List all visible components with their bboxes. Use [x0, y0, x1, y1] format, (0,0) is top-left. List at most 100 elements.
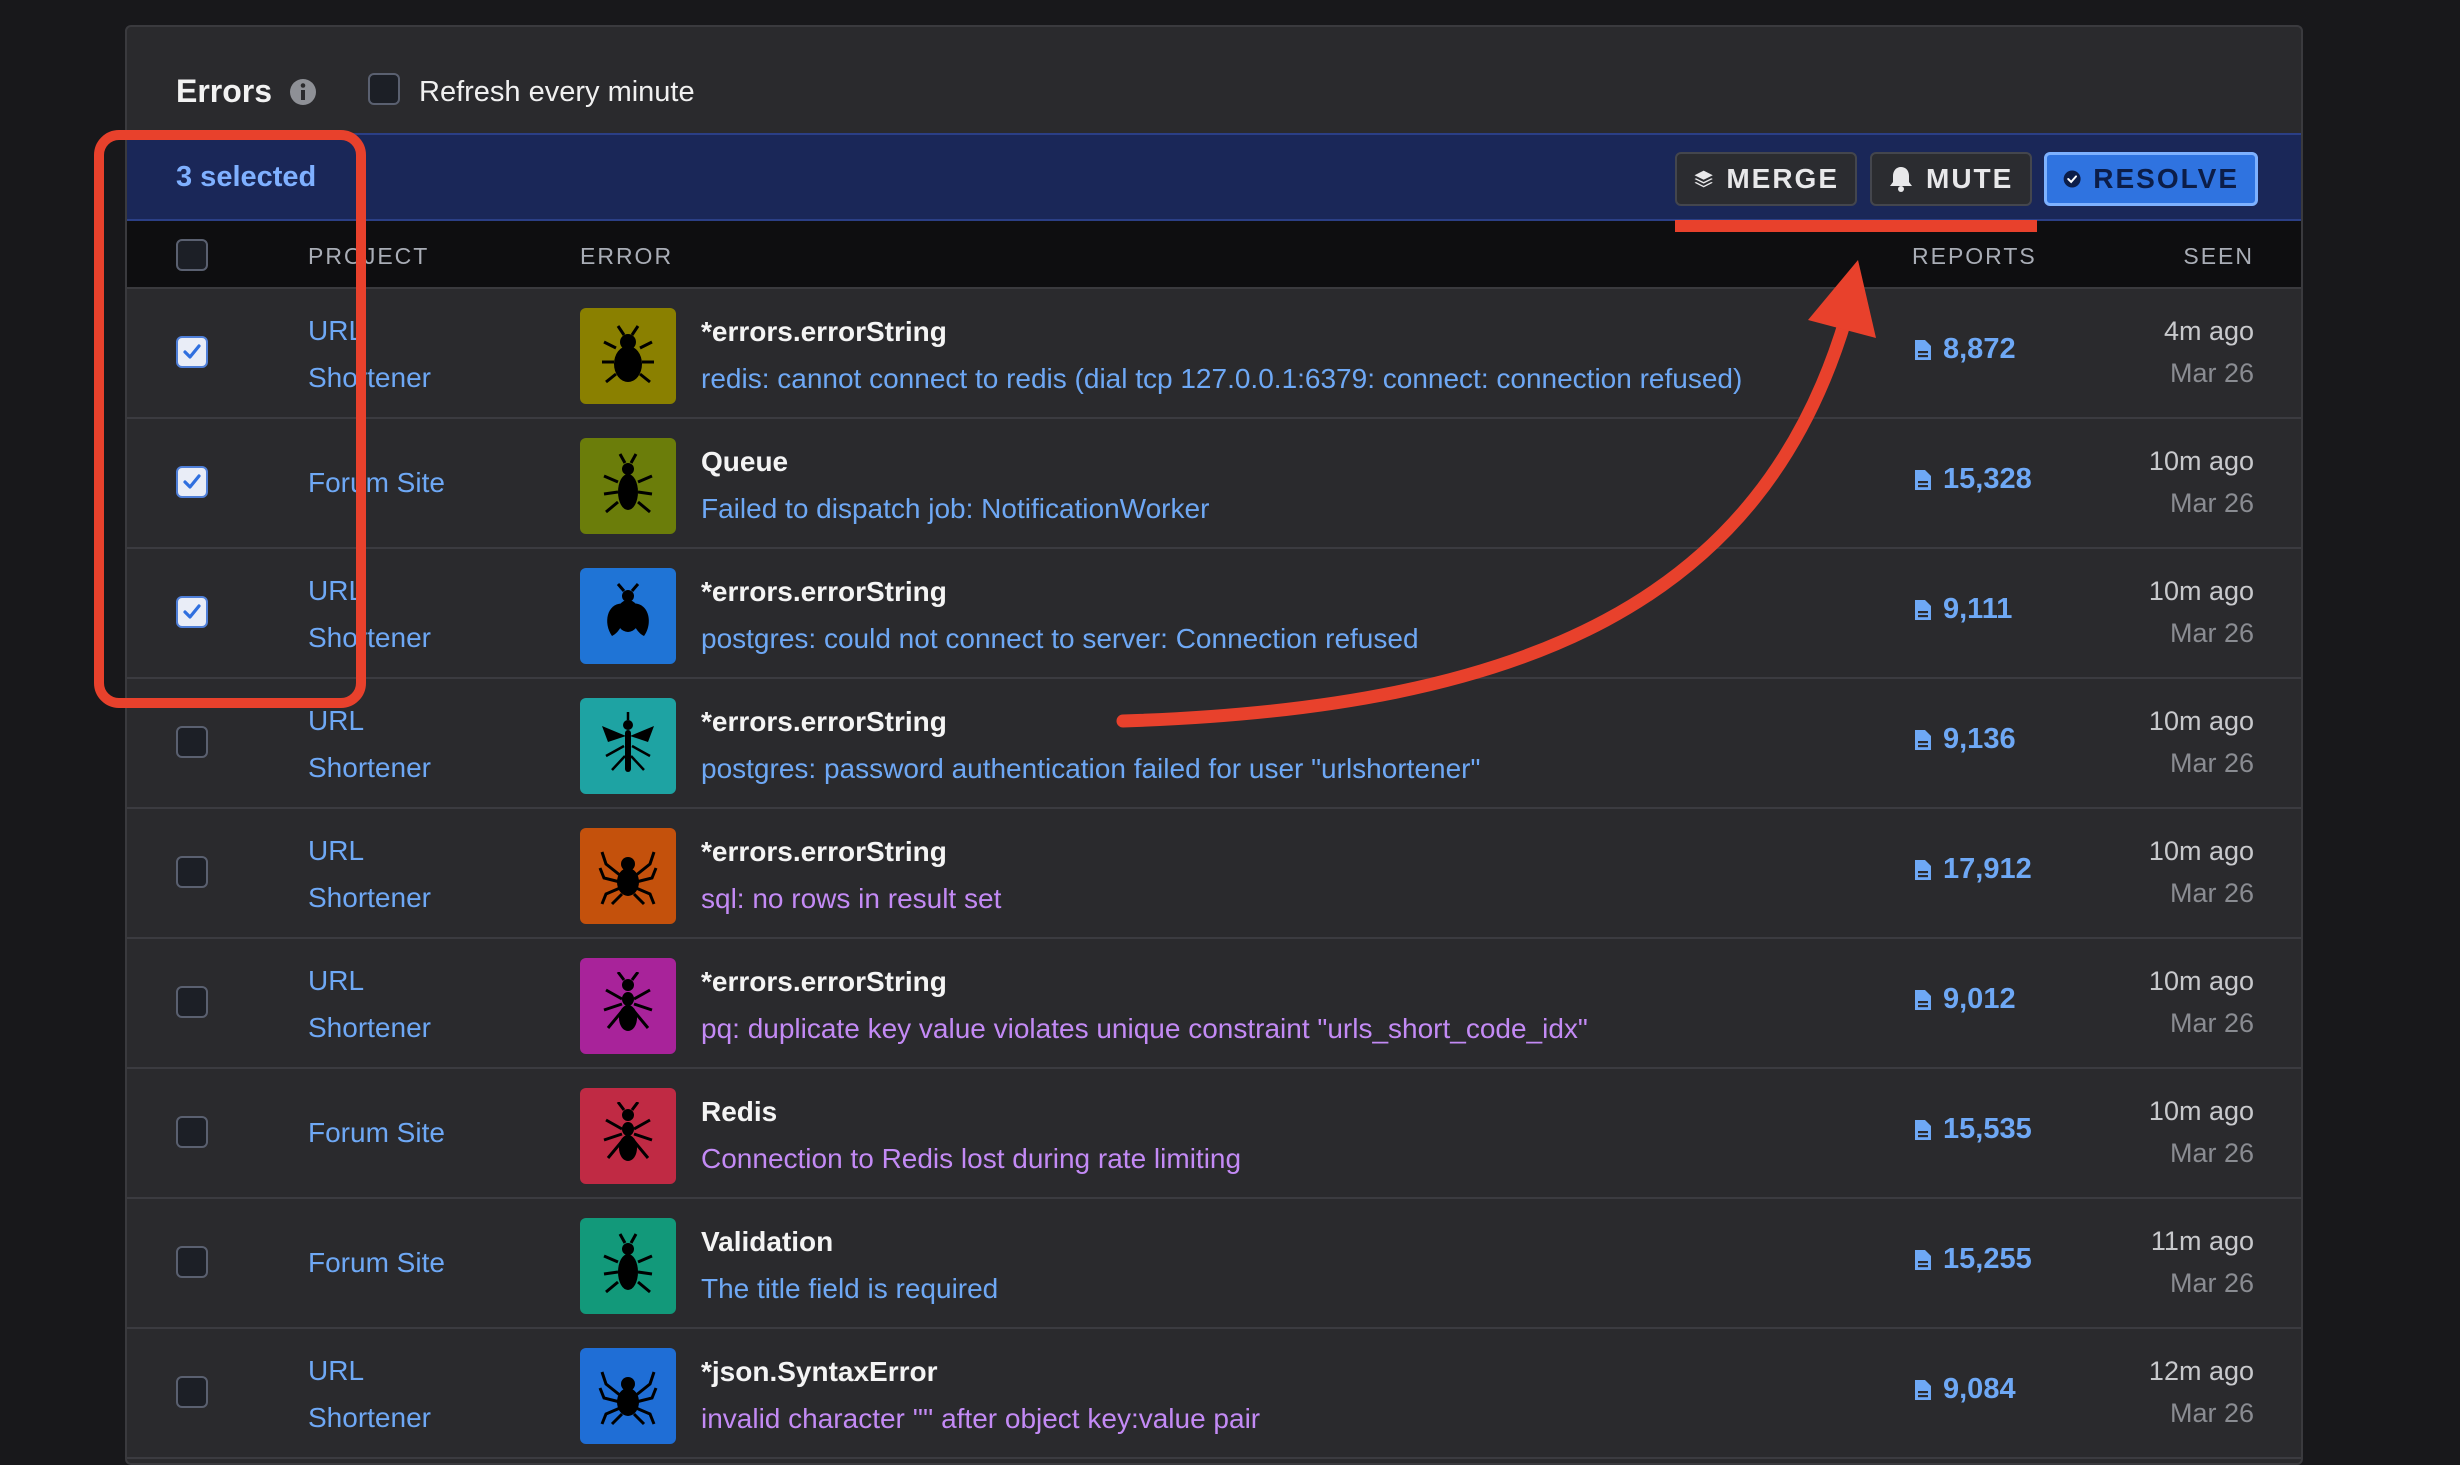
- project-line-1: URL: [308, 575, 365, 606]
- reports-count[interactable]: 17,912: [1913, 853, 2032, 886]
- refresh-checkbox[interactable]: [368, 73, 400, 105]
- error-type[interactable]: *errors.errorString: [701, 576, 947, 608]
- error-type[interactable]: *errors.errorString: [701, 316, 947, 348]
- resolve-button[interactable]: RESOLVE: [2044, 152, 2258, 206]
- error-message[interactable]: sql: no rows in result set: [701, 883, 1001, 915]
- reports-count[interactable]: 15,535: [1913, 1113, 2032, 1146]
- report-icon: [1915, 1379, 1931, 1400]
- column-seen[interactable]: SEEN: [2183, 243, 2254, 270]
- row-checkbox[interactable]: [176, 336, 208, 368]
- spider-icon: [598, 851, 658, 906]
- row-checkbox[interactable]: [176, 1376, 208, 1408]
- reports-count[interactable]: 15,328: [1913, 463, 2032, 496]
- error-type[interactable]: Queue: [701, 446, 788, 478]
- row-checkbox[interactable]: [176, 466, 208, 498]
- project-link[interactable]: URL Shortener: [308, 827, 431, 921]
- table-row[interactable]: URL Shortener *errors.errorString pq: dupli…: [127, 939, 2301, 1069]
- project-line-1: URL: [308, 835, 365, 866]
- table-row[interactable]: URL Shortener *errors.errorString postgres:…: [127, 549, 2301, 679]
- seen-relative: 10m ago: [2148, 576, 2254, 606]
- select-all-checkbox[interactable]: [176, 239, 208, 271]
- reports-count[interactable]: 9,111: [1913, 593, 2012, 626]
- table-row[interactable]: Forum Site Redis Connection to Redis lost …: [127, 1069, 2301, 1199]
- table-row[interactable]: URL Shortener *errors.errorString postgres:…: [127, 679, 2301, 809]
- seen-date: Mar 26: [2169, 1398, 2254, 1428]
- project-link[interactable]: URL Shortener: [308, 307, 431, 401]
- error-icon-tile: [580, 438, 676, 534]
- error-message[interactable]: postgres: password authentication failed…: [701, 753, 1480, 785]
- column-project[interactable]: PROJECT: [308, 243, 429, 270]
- checkmark-icon: [183, 344, 201, 359]
- errors-panel: Errors Refresh every minute 3 selected M…: [125, 25, 2303, 1465]
- mosquito-icon: [602, 712, 654, 772]
- beetle-icon: [603, 1233, 653, 1294]
- fly-icon: [607, 583, 649, 636]
- report-icon: [1915, 1119, 1931, 1140]
- seen-relative: 10m ago: [2148, 836, 2254, 866]
- seen-relative: 10m ago: [2148, 446, 2254, 476]
- table-row[interactable]: URL Shortener *errors.errorString sql: no r…: [127, 809, 2301, 939]
- mute-label: MUTE: [1926, 163, 2014, 194]
- project-link[interactable]: URL Shortener: [308, 957, 431, 1051]
- row-checkbox[interactable]: [176, 986, 208, 1018]
- project-link[interactable]: URL Shortener: [308, 1347, 431, 1441]
- error-message[interactable]: redis: cannot connect to redis (dial tcp…: [701, 363, 1742, 395]
- merge-button[interactable]: MERGE: [1675, 152, 1857, 206]
- error-message[interactable]: invalid character '"' after object key:v…: [701, 1403, 1260, 1435]
- reports-value: 15,535: [1943, 1113, 2032, 1145]
- error-message[interactable]: Connection to Redis lost during rate lim…: [701, 1143, 1241, 1175]
- project-link[interactable]: URL Shortener: [308, 697, 431, 791]
- beetle-icon: [603, 453, 653, 514]
- error-icon-tile: [580, 308, 676, 404]
- row-checkbox[interactable]: [176, 726, 208, 758]
- error-type[interactable]: *json.SyntaxError: [701, 1356, 938, 1388]
- project-link[interactable]: Forum Site: [308, 1109, 445, 1156]
- row-checkbox[interactable]: [176, 1246, 208, 1278]
- seen-date: Mar 26: [2169, 748, 2254, 778]
- row-checkbox[interactable]: [176, 856, 208, 888]
- error-type[interactable]: *errors.errorString: [701, 836, 947, 868]
- project-line-2: Shortener: [308, 362, 431, 393]
- error-icon-tile: [580, 828, 676, 924]
- seen-date: Mar 26: [2169, 358, 2254, 388]
- error-icon-tile: [580, 698, 676, 794]
- reports-count[interactable]: 15,255: [1913, 1243, 2032, 1276]
- error-message[interactable]: postgres: could not connect to server: C…: [701, 623, 1419, 655]
- report-icon: [1915, 1249, 1931, 1270]
- report-icon: [1915, 859, 1931, 880]
- error-type[interactable]: Validation: [701, 1226, 833, 1258]
- reports-value: 9,012: [1943, 983, 2016, 1015]
- info-icon[interactable]: [289, 78, 317, 106]
- project-line-2: Shortener: [308, 882, 431, 913]
- row-checkbox[interactable]: [176, 1116, 208, 1148]
- checkmark-icon: [183, 474, 201, 489]
- error-type[interactable]: Redis: [701, 1096, 777, 1128]
- error-message[interactable]: pq: duplicate key value violates unique …: [701, 1013, 1588, 1045]
- error-type[interactable]: *errors.errorString: [701, 966, 947, 998]
- project-link[interactable]: Forum Site: [308, 459, 445, 506]
- project-link[interactable]: URL Shortener: [308, 567, 431, 661]
- mute-button[interactable]: MUTE: [1870, 152, 2032, 206]
- reports-count[interactable]: 9,012: [1913, 983, 2016, 1016]
- refresh-label: Refresh every minute: [419, 76, 695, 108]
- ant-icon: [603, 972, 653, 1031]
- column-reports[interactable]: REPORTS: [1912, 243, 2037, 270]
- row-checkbox[interactable]: [176, 596, 208, 628]
- project-line-2: Shortener: [308, 752, 431, 783]
- reports-count[interactable]: 9,084: [1913, 1373, 2016, 1406]
- seen-date: Mar 26: [2169, 1008, 2254, 1038]
- table-row[interactable]: Forum Site Queue Failed to dispatch job: N…: [127, 419, 2301, 549]
- project-link[interactable]: Forum Site: [308, 1239, 445, 1286]
- table-row[interactable]: Forum Site Validation The title field is r…: [127, 1199, 2301, 1329]
- seen-relative: 4m ago: [2163, 316, 2254, 346]
- table-row[interactable]: URL Shortener *errors.errorString redis: ca…: [127, 289, 2301, 419]
- error-message[interactable]: Failed to dispatch job: NotificationWork…: [701, 493, 1209, 525]
- error-icon-tile: [580, 1088, 676, 1184]
- column-error[interactable]: ERROR: [580, 243, 673, 270]
- seen-relative: 12m ago: [2148, 1356, 2254, 1386]
- error-type[interactable]: *errors.errorString: [701, 706, 947, 738]
- error-message[interactable]: The title field is required: [701, 1273, 998, 1305]
- tick-icon: [602, 325, 654, 384]
- reports-count[interactable]: 8,872: [1913, 333, 2016, 366]
- reports-count[interactable]: 9,136: [1913, 723, 2016, 756]
